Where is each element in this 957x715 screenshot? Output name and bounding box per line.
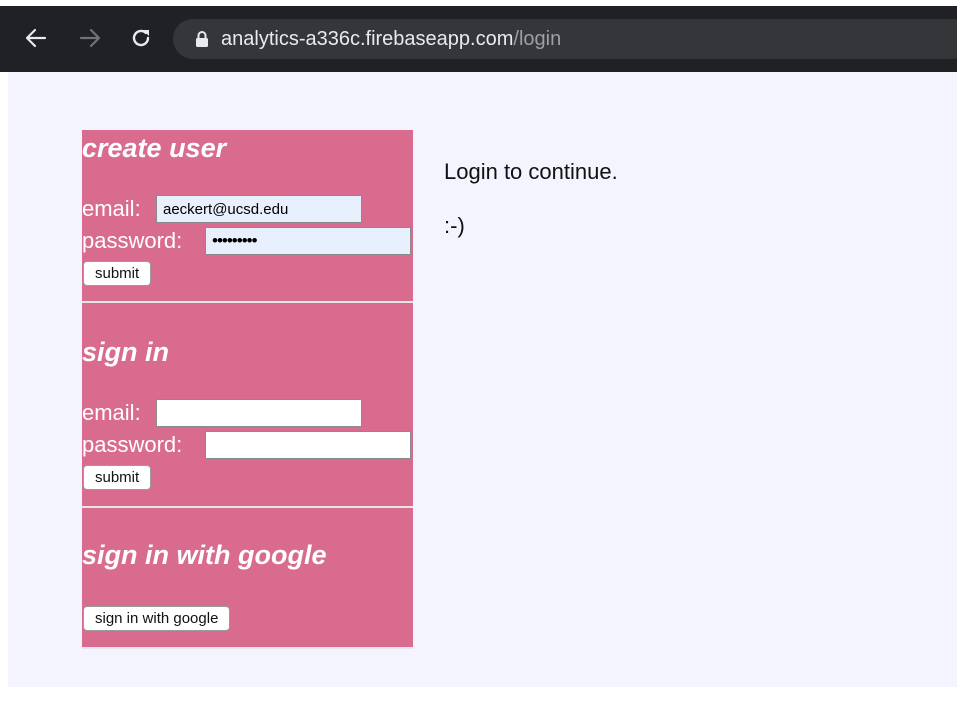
create-user-submit-button[interactable]: submit [83, 261, 152, 286]
sign-in-section: sign in email: password: submit [82, 303, 413, 508]
forward-arrow-icon[interactable] [76, 24, 104, 52]
sign-in-email-label: email: [82, 400, 141, 425]
create-user-heading: create user [82, 133, 227, 163]
google-sign-in-section: sign in with google sign in with google [82, 508, 413, 649]
create-user-section: create user email: password: submit [82, 130, 413, 303]
google-sign-in-heading: sign in with google [82, 540, 327, 570]
reload-icon[interactable] [127, 24, 155, 52]
url-text: analytics-a336c.firebaseapp.com/login [221, 27, 561, 51]
auth-panel: create user email: password: submit sign… [82, 130, 413, 649]
lock-icon [196, 31, 208, 47]
login-message: Login to continue. [444, 159, 618, 184]
sign-in-submit-button[interactable]: submit [83, 465, 152, 490]
sign-in-password-input[interactable] [205, 431, 411, 459]
create-user-password-input[interactable] [205, 227, 411, 255]
create-user-email-label: email: [82, 196, 141, 221]
sign-in-heading: sign in [82, 337, 169, 367]
url-path: /login [513, 28, 562, 50]
address-bar[interactable]: analytics-a336c.firebaseapp.com/login [173, 19, 957, 59]
sign-in-password-label: password: [82, 432, 183, 457]
browser-toolbar: analytics-a336c.firebaseapp.com/login [0, 0, 957, 72]
create-user-email-input[interactable] [156, 195, 362, 223]
browser-window: analytics-a336c.firebaseapp.com/login cr… [0, 0, 957, 715]
back-arrow-icon[interactable] [22, 24, 50, 52]
google-sign-in-button[interactable]: sign in with google [83, 606, 231, 631]
create-user-password-label: password: [82, 228, 183, 253]
smiley-text: :-) [444, 213, 465, 238]
page-content: create user email: password: submit sign… [8, 72, 957, 687]
url-host: analytics-a336c.firebaseapp.com [221, 28, 514, 50]
sign-in-email-input[interactable] [156, 399, 362, 427]
